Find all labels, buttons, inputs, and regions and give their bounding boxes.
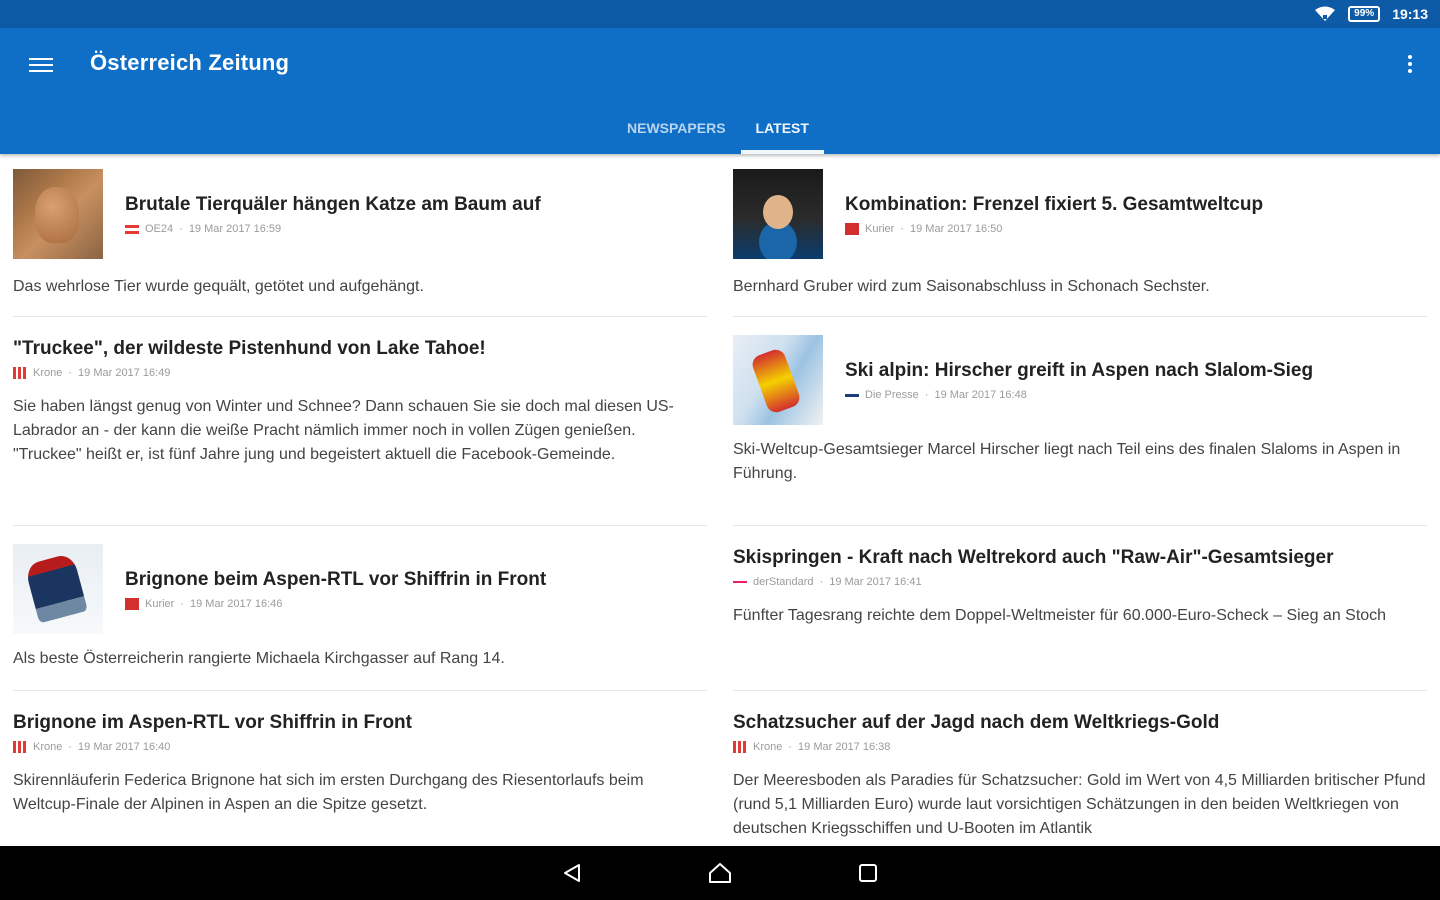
- article-date: 19 Mar 2017 16:50: [910, 223, 1003, 235]
- article-source: Die Presse: [865, 389, 919, 401]
- article-meta: Kurier · 19 Mar 2017 16:50: [845, 223, 1427, 235]
- article-column-right: Kombination: Frenzel fixiert 5. Gesamtwe…: [733, 154, 1427, 846]
- article-summary: Das wehrlose Tier wurde gequält, getötet…: [13, 278, 424, 295]
- article-thumbnail: [733, 335, 823, 425]
- source-logo-icon: [845, 223, 859, 235]
- article-meta: OE24 · 19 Mar 2017 16:59: [125, 223, 707, 235]
- article-date: 19 Mar 2017 16:59: [188, 223, 282, 235]
- article-thumbnail: [13, 169, 103, 259]
- article-summary: Fünfter Tagesrang reichte dem Doppel-Wel…: [733, 607, 1387, 624]
- article-card[interactable]: Kombination: Frenzel fixiert 5. Gesamtwe…: [733, 154, 1427, 317]
- article-date: 19 Mar 2017 16:40: [78, 741, 171, 753]
- source-logo-icon: [845, 393, 859, 397]
- article-meta: derStandard · 19 Mar 2017 16:41: [733, 576, 1427, 588]
- menu-icon[interactable]: [29, 54, 53, 74]
- article-title: Kombination: Frenzel fixiert 5. Gesamtwe…: [845, 194, 1264, 215]
- battery-icon: 99%: [1348, 6, 1381, 22]
- tab-latest[interactable]: LATEST: [740, 106, 824, 154]
- source-logo-icon: [125, 598, 139, 610]
- article-summary: Der Meeresboden als Paradies für Schatzs…: [733, 772, 1426, 837]
- article-date: 19 Mar 2017 16:49: [78, 367, 171, 379]
- article-column-left: Brutale Tierquäler hängen Katze am Baum …: [13, 154, 707, 846]
- article-date: 19 Mar 2017 16:38: [798, 741, 891, 753]
- tab-newspapers[interactable]: NEWSPAPERS: [612, 106, 741, 154]
- article-source: Krone: [753, 741, 783, 753]
- article-card[interactable]: Brutale Tierquäler hängen Katze am Baum …: [13, 154, 707, 317]
- article-meta: Krone · 19 Mar 2017 16:49: [13, 367, 707, 379]
- wifi-icon: [1315, 6, 1336, 21]
- article-card[interactable]: Skispringen - Kraft nach Weltrekord auch…: [733, 526, 1427, 691]
- article-meta: Die Presse · 19 Mar 2017 16:48: [845, 389, 1427, 401]
- article-date: 19 Mar 2017 16:41: [829, 576, 922, 588]
- status-bar: 99% 19:13: [0, 0, 1440, 28]
- article-title: "Truckee", der wildeste Pistenhund von L…: [13, 338, 486, 359]
- source-logo-icon: [13, 367, 27, 379]
- article-card[interactable]: Brignone im Aspen-RTL vor Shiffrin in Fr…: [13, 691, 707, 846]
- article-date: 19 Mar 2017 16:48: [934, 389, 1027, 401]
- article-summary: Bernhard Gruber wird zum Saisonabschluss…: [733, 278, 1210, 295]
- article-summary: Sie haben längst genug von Winter und Sc…: [13, 398, 674, 463]
- article-summary: Ski-Weltcup-Gesamtsieger Marcel Hirscher…: [733, 441, 1401, 482]
- status-time: 19:13: [1392, 6, 1428, 22]
- article-summary: Skirennläuferin Federica Brignone hat si…: [13, 772, 644, 813]
- article-thumbnail: [13, 544, 103, 634]
- article-card[interactable]: Brignone beim Aspen-RTL vor Shiffrin in …: [13, 526, 707, 691]
- back-icon[interactable]: [557, 858, 587, 888]
- article-source: derStandard: [753, 576, 814, 588]
- article-title: Brutale Tierquäler hängen Katze am Baum …: [125, 194, 541, 215]
- source-logo-icon: [125, 224, 139, 234]
- tab-bar: NEWSPAPERS LATEST: [612, 106, 824, 154]
- article-card[interactable]: "Truckee", der wildeste Pistenhund von L…: [13, 317, 707, 526]
- article-meta: Krone · 19 Mar 2017 16:38: [733, 741, 1427, 753]
- more-vert-icon[interactable]: [1406, 52, 1414, 76]
- article-title: Brignone im Aspen-RTL vor Shiffrin in Fr…: [13, 712, 412, 733]
- home-icon[interactable]: [705, 858, 735, 888]
- article-source: Kurier: [865, 223, 895, 235]
- system-nav-bar: [0, 846, 1440, 900]
- article-card[interactable]: Ski alpin: Hirscher greift in Aspen nach…: [733, 317, 1427, 526]
- article-source: Krone: [33, 741, 63, 753]
- recents-icon[interactable]: [853, 858, 883, 888]
- article-source: Krone: [33, 367, 63, 379]
- app-bar: Österreich Zeitung NEWSPAPERS LATEST: [0, 28, 1440, 154]
- article-source: OE24: [145, 223, 174, 235]
- article-meta: Krone · 19 Mar 2017 16:40: [13, 741, 707, 753]
- article-date: 19 Mar 2017 16:46: [190, 598, 283, 610]
- article-summary: Als beste Österreicherin rangierte Micha…: [13, 650, 505, 667]
- source-logo-icon: [13, 741, 27, 753]
- article-list: Brutale Tierquäler hängen Katze am Baum …: [0, 154, 1440, 846]
- article-title: Brignone beim Aspen-RTL vor Shiffrin in …: [125, 569, 547, 590]
- article-meta: Kurier · 19 Mar 2017 16:46: [125, 598, 707, 610]
- article-card[interactable]: Schatzsucher auf der Jagd nach dem Weltk…: [733, 691, 1427, 846]
- article-source: Kurier: [145, 598, 175, 610]
- article-title: Skispringen - Kraft nach Weltrekord auch…: [733, 547, 1334, 568]
- source-logo-icon: [733, 741, 747, 753]
- article-thumbnail: [733, 169, 823, 259]
- app-title: Österreich Zeitung: [90, 50, 290, 75]
- article-title: Ski alpin: Hirscher greift in Aspen nach…: [845, 360, 1314, 381]
- article-title: Schatzsucher auf der Jagd nach dem Weltk…: [733, 712, 1220, 733]
- source-logo-icon: [733, 581, 747, 583]
